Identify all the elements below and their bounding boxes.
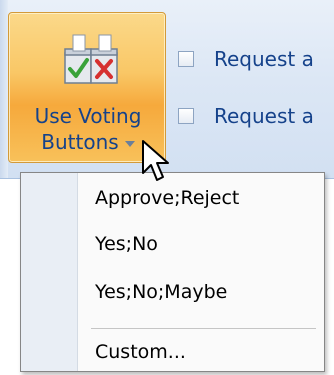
request-option-checkbox-2[interactable] <box>178 108 194 124</box>
request-option-label-2: Request a <box>214 104 314 128</box>
request-option-checkbox-1[interactable] <box>178 51 194 67</box>
ribbon-group-separator <box>0 0 8 178</box>
outlook-ribbon-screenshot: Use Voting Buttons Request a Request a A… <box>0 0 334 375</box>
voting-label-line1: Use Voting <box>34 104 142 128</box>
menu-item-yes-no-maybe[interactable]: Yes;No;Maybe <box>95 281 227 303</box>
voting-label-line2-text: Buttons <box>41 130 119 154</box>
request-option-row-1[interactable]: Request a <box>178 45 314 73</box>
ballot-boxes-icon <box>64 34 118 84</box>
request-option-row-2[interactable]: Request a <box>178 102 314 130</box>
menu-item-custom[interactable]: Custom... <box>95 341 186 363</box>
menu-separator <box>91 328 316 329</box>
menu-item-yes-no[interactable]: Yes;No <box>95 233 158 255</box>
mouse-pointer-icon <box>142 140 169 181</box>
menu-item-approve-reject[interactable]: Approve;Reject <box>95 187 239 209</box>
menu-icon-gutter <box>21 173 78 371</box>
chevron-down-icon <box>124 140 135 147</box>
voting-options-menu: Approve;Reject Yes;No Yes;No;Maybe Custo… <box>20 172 325 372</box>
request-option-label-1: Request a <box>214 47 314 71</box>
